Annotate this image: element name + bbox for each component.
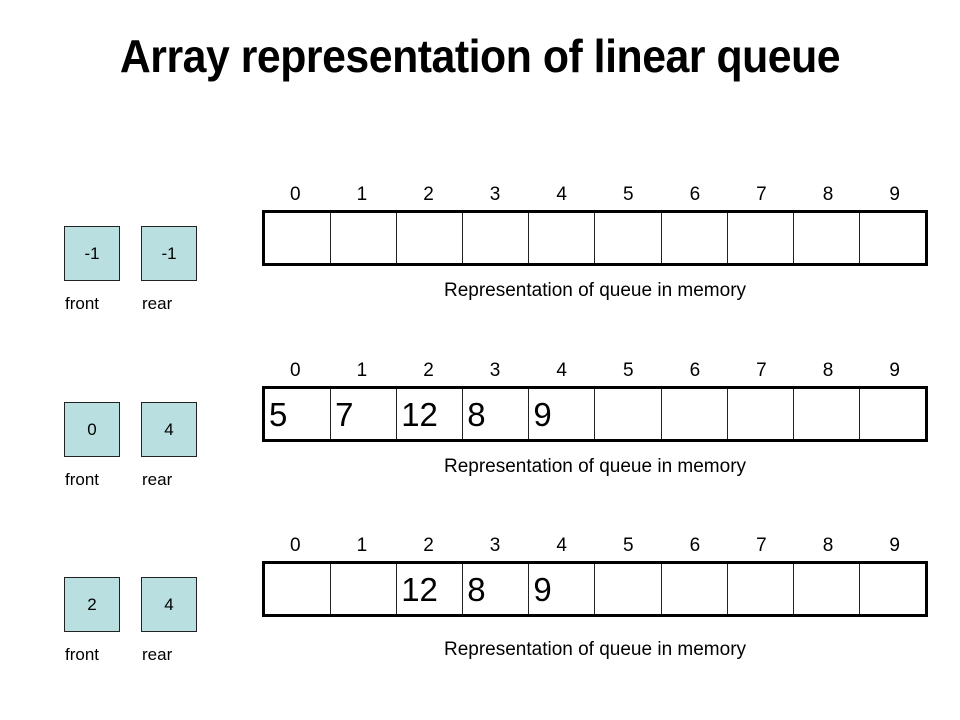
array-cell: 8 [463,564,530,614]
array-index-label: 2 [423,535,434,556]
array-cell: 8 [463,389,530,439]
array-index-label: 4 [556,184,567,205]
front-pointer-group: 0 front [64,402,122,488]
array-index-label: 9 [889,360,900,381]
array-index-label: 1 [356,535,368,556]
array-index-label: 5 [622,360,634,381]
array-index-label: 8 [822,360,834,381]
pointer-boxes: 0 front 4 rear [64,402,244,522]
array-cell [397,213,464,263]
queue-row: -1 front -1 rear 0 1 2 3 4 5 6 7 8 9 Rep… [0,182,960,357]
array-index-label: 1 [356,184,368,205]
array-cell [265,564,332,614]
array-cell [794,389,860,439]
array-cell [529,213,596,263]
array-cell [860,389,925,439]
rear-label: rear [142,645,173,664]
array-table [262,210,928,266]
array-cell [728,389,794,439]
rear-pointer-group: 4 rear [141,402,199,488]
array-cell: 7 [331,389,398,439]
rear-value-box: 4 [141,402,197,457]
array-index-label: 3 [489,535,501,556]
array-cell: 12 [397,564,464,614]
array-index-label: 6 [689,535,701,556]
array-cell [662,213,728,263]
array-index-label: 0 [290,360,301,381]
rear-pointer-group: -1 rear [141,226,199,312]
front-value-box: -1 [64,226,120,281]
array-index-label: 9 [889,184,900,205]
array-cell [595,213,662,263]
array-cell [662,389,728,439]
front-label: front [65,294,100,313]
array-index-label: 4 [556,360,567,381]
array-index-header: 0 1 2 3 4 5 6 7 8 9 [262,533,928,559]
array-cell: 9 [529,389,596,439]
rear-pointer-group: 4 rear [141,577,199,663]
pointer-boxes: -1 front -1 rear [64,226,244,346]
front-pointer-group: 2 front [64,577,122,663]
array-index-label: 7 [756,184,767,205]
array-index-label: 7 [756,360,767,381]
array-index-label: 0 [290,184,301,205]
array-index-label: 7 [756,535,767,556]
array-cell [463,213,530,263]
page-title: Array representation of linear queue [119,30,841,82]
front-label: front [65,645,100,664]
rear-value-box: 4 [141,577,197,632]
array-index-label: 2 [423,360,434,381]
rear-label: rear [142,294,173,313]
front-pointer-group: -1 front [64,226,122,312]
array-caption: Representation of queue in memory [443,639,747,660]
array-cell [265,213,332,263]
front-label: front [65,470,100,489]
array-table: 12 8 9 [262,561,928,617]
rear-value-box: -1 [141,226,197,281]
queue-row: 0 front 4 rear 0 1 2 3 4 5 6 7 8 9 5 7 1… [0,358,960,533]
array-cell: 5 [265,389,332,439]
array-caption: Representation of queue in memory [443,280,747,301]
array-cell [331,213,398,263]
array-cell [595,564,662,614]
array-cell [331,564,398,614]
array-index-label: 0 [290,535,301,556]
queue-row: 2 front 4 rear 0 1 2 3 4 5 6 7 8 9 12 8 … [0,533,960,708]
array-cell [794,564,860,614]
array-cell [728,564,794,614]
front-value-box: 0 [64,402,120,457]
array-cell [728,213,794,263]
array-cell [595,389,662,439]
array-index-header: 0 1 2 3 4 5 6 7 8 9 [262,182,928,208]
array-cell [860,213,925,263]
array-table: 5 7 12 8 9 [262,386,928,442]
array-cell [662,564,728,614]
array-index-label: 8 [822,184,834,205]
array-cell: 9 [529,564,596,614]
pointer-boxes: 2 front 4 rear [64,577,244,697]
array-cell [860,564,925,614]
array-index-label: 3 [489,184,501,205]
array-index-label: 8 [822,535,834,556]
array-cell [794,213,860,263]
array-index-label: 5 [622,535,634,556]
front-value-box: 2 [64,577,120,632]
array-index-label: 2 [423,184,434,205]
array-index-label: 5 [622,184,634,205]
array-index-label: 4 [556,535,567,556]
array-index-label: 6 [689,360,701,381]
array-cell: 12 [397,389,464,439]
array-index-label: 3 [489,360,501,381]
array-index-header: 0 1 2 3 4 5 6 7 8 9 [262,358,928,384]
array-index-label: 9 [889,535,900,556]
array-index-label: 1 [356,360,368,381]
rear-label: rear [142,470,173,489]
array-index-label: 6 [689,184,701,205]
array-caption: Representation of queue in memory [443,456,747,477]
